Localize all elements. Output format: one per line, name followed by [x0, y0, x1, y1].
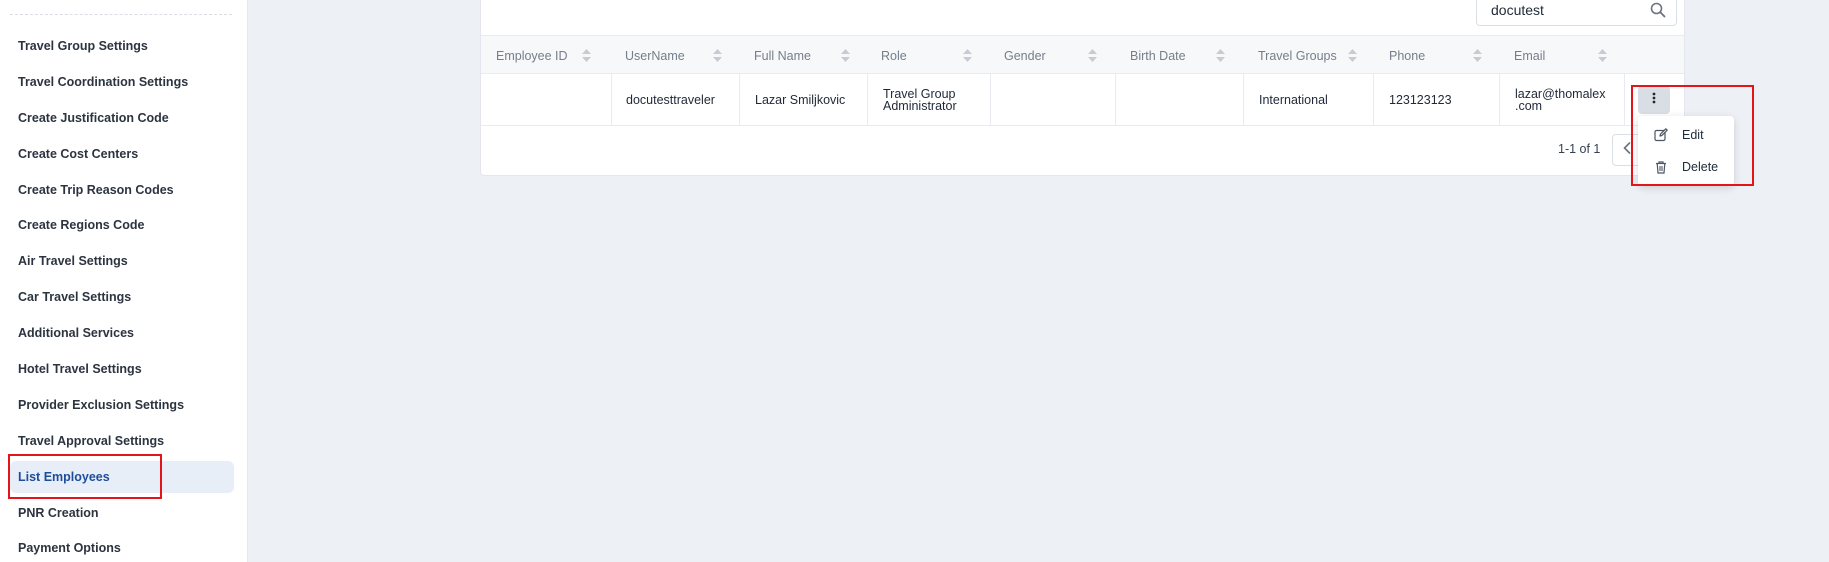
cell-role-line: Administrator — [883, 99, 957, 113]
table-row: docutesttraveler Lazar Smiljkovic Travel… — [481, 74, 1684, 126]
cell-divider — [739, 74, 740, 126]
cell-divider — [1243, 74, 1244, 126]
cell-divider — [867, 74, 868, 126]
sidebar-item-create-justification-code[interactable]: Create Justification Code — [10, 102, 234, 134]
sort-icon[interactable] — [1216, 49, 1225, 67]
sidebar: Travel Group Settings Travel Coordinatio… — [0, 0, 248, 562]
column-label: Gender — [1004, 48, 1046, 63]
column-header-travel-groups[interactable]: Travel Groups — [1258, 36, 1337, 75]
row-actions-button[interactable] — [1638, 86, 1670, 114]
column-label: Email — [1514, 48, 1546, 63]
sidebar-item-hotel-travel-settings[interactable]: Hotel Travel Settings — [10, 353, 234, 385]
column-header-full-name[interactable]: Full Name — [754, 36, 811, 75]
sidebar-item-create-trip-reason-codes[interactable]: Create Trip Reason Codes — [10, 174, 234, 206]
search-value: docutest — [1491, 2, 1544, 18]
sidebar-item-car-travel-settings[interactable]: Car Travel Settings — [10, 281, 234, 313]
cell-full-name: Lazar Smiljkovic — [755, 93, 846, 107]
cell-role: Travel Group Administrator — [883, 74, 957, 126]
sidebar-item-travel-coordination-settings[interactable]: Travel Coordination Settings — [10, 66, 234, 98]
cell-divider — [1373, 74, 1374, 126]
sort-icon[interactable] — [963, 49, 972, 67]
chevron-left-icon — [1623, 141, 1631, 159]
edit-label: Edit — [1682, 128, 1704, 142]
column-header-role[interactable]: Role — [881, 36, 907, 75]
sidebar-item-travel-group-settings[interactable]: Travel Group Settings — [10, 30, 234, 62]
column-header-phone[interactable]: Phone — [1389, 36, 1425, 75]
sort-icon[interactable] — [713, 49, 722, 67]
cell-divider — [1115, 74, 1116, 126]
sort-icon[interactable] — [1348, 49, 1357, 67]
column-label: Phone — [1389, 48, 1426, 63]
row-actions-menu: Edit Delete — [1638, 116, 1734, 186]
sort-icon[interactable] — [841, 49, 850, 67]
column-header-birth-date[interactable]: Birth Date — [1130, 36, 1186, 75]
more-vertical-icon — [1652, 91, 1656, 109]
column-header-username[interactable]: UserName — [625, 36, 685, 75]
table-header: Employee ID UserName Full Name Role Gend… — [481, 35, 1684, 74]
column-label: Employee ID — [496, 48, 568, 63]
delete-menu-item[interactable]: Delete — [1638, 152, 1734, 182]
sidebar-divider — [10, 14, 232, 15]
cell-email: lazar@thomalex .com — [1515, 74, 1606, 126]
column-header-email[interactable]: Email — [1514, 36, 1545, 75]
sidebar-item-additional-services[interactable]: Additional Services — [10, 317, 234, 349]
trash-icon — [1654, 160, 1668, 177]
cell-divider — [611, 74, 612, 126]
column-label: Role — [881, 48, 907, 63]
edit-icon — [1654, 128, 1668, 145]
pagination-text: 1-1 of 1 — [1558, 142, 1601, 156]
delete-label: Delete — [1682, 160, 1719, 174]
sort-icon[interactable] — [1088, 49, 1097, 67]
sidebar-item-travel-approval-settings[interactable]: Travel Approval Settings — [10, 425, 234, 457]
search-icon[interactable] — [1650, 2, 1666, 21]
sidebar-item-create-regions-code[interactable]: Create Regions Code — [10, 209, 234, 241]
column-header-employee-id[interactable]: Employee ID — [496, 36, 568, 75]
cell-divider — [990, 74, 991, 126]
sort-icon[interactable] — [1598, 49, 1607, 67]
sort-icon[interactable] — [1473, 49, 1482, 67]
sidebar-item-create-cost-centers[interactable]: Create Cost Centers — [10, 138, 234, 170]
sidebar-item-provider-exclusion-settings[interactable]: Provider Exclusion Settings — [10, 389, 234, 421]
cell-divider — [1624, 74, 1625, 126]
cell-username: docutesttraveler — [626, 93, 715, 107]
column-label: Full Name — [754, 48, 811, 63]
column-label: UserName — [625, 48, 685, 63]
edit-menu-item[interactable]: Edit — [1638, 120, 1734, 150]
sidebar-item-pnr-creation[interactable]: PNR Creation — [10, 497, 234, 529]
cell-phone: 123123123 — [1389, 93, 1452, 107]
cell-divider — [1499, 74, 1500, 126]
search-input[interactable]: docutest — [1476, 0, 1677, 26]
sidebar-item-list-employees[interactable]: List Employees — [10, 461, 234, 493]
column-label: Birth Date — [1130, 48, 1186, 63]
sidebar-item-payment-options[interactable]: Payment Options — [10, 532, 234, 562]
column-header-gender[interactable]: Gender — [1004, 36, 1046, 75]
cell-email-line: .com — [1515, 99, 1543, 113]
sort-icon[interactable] — [582, 49, 591, 67]
column-label: Travel Groups — [1258, 48, 1337, 63]
cell-travel-groups: International — [1259, 93, 1328, 107]
sidebar-item-air-travel-settings[interactable]: Air Travel Settings — [10, 245, 234, 277]
